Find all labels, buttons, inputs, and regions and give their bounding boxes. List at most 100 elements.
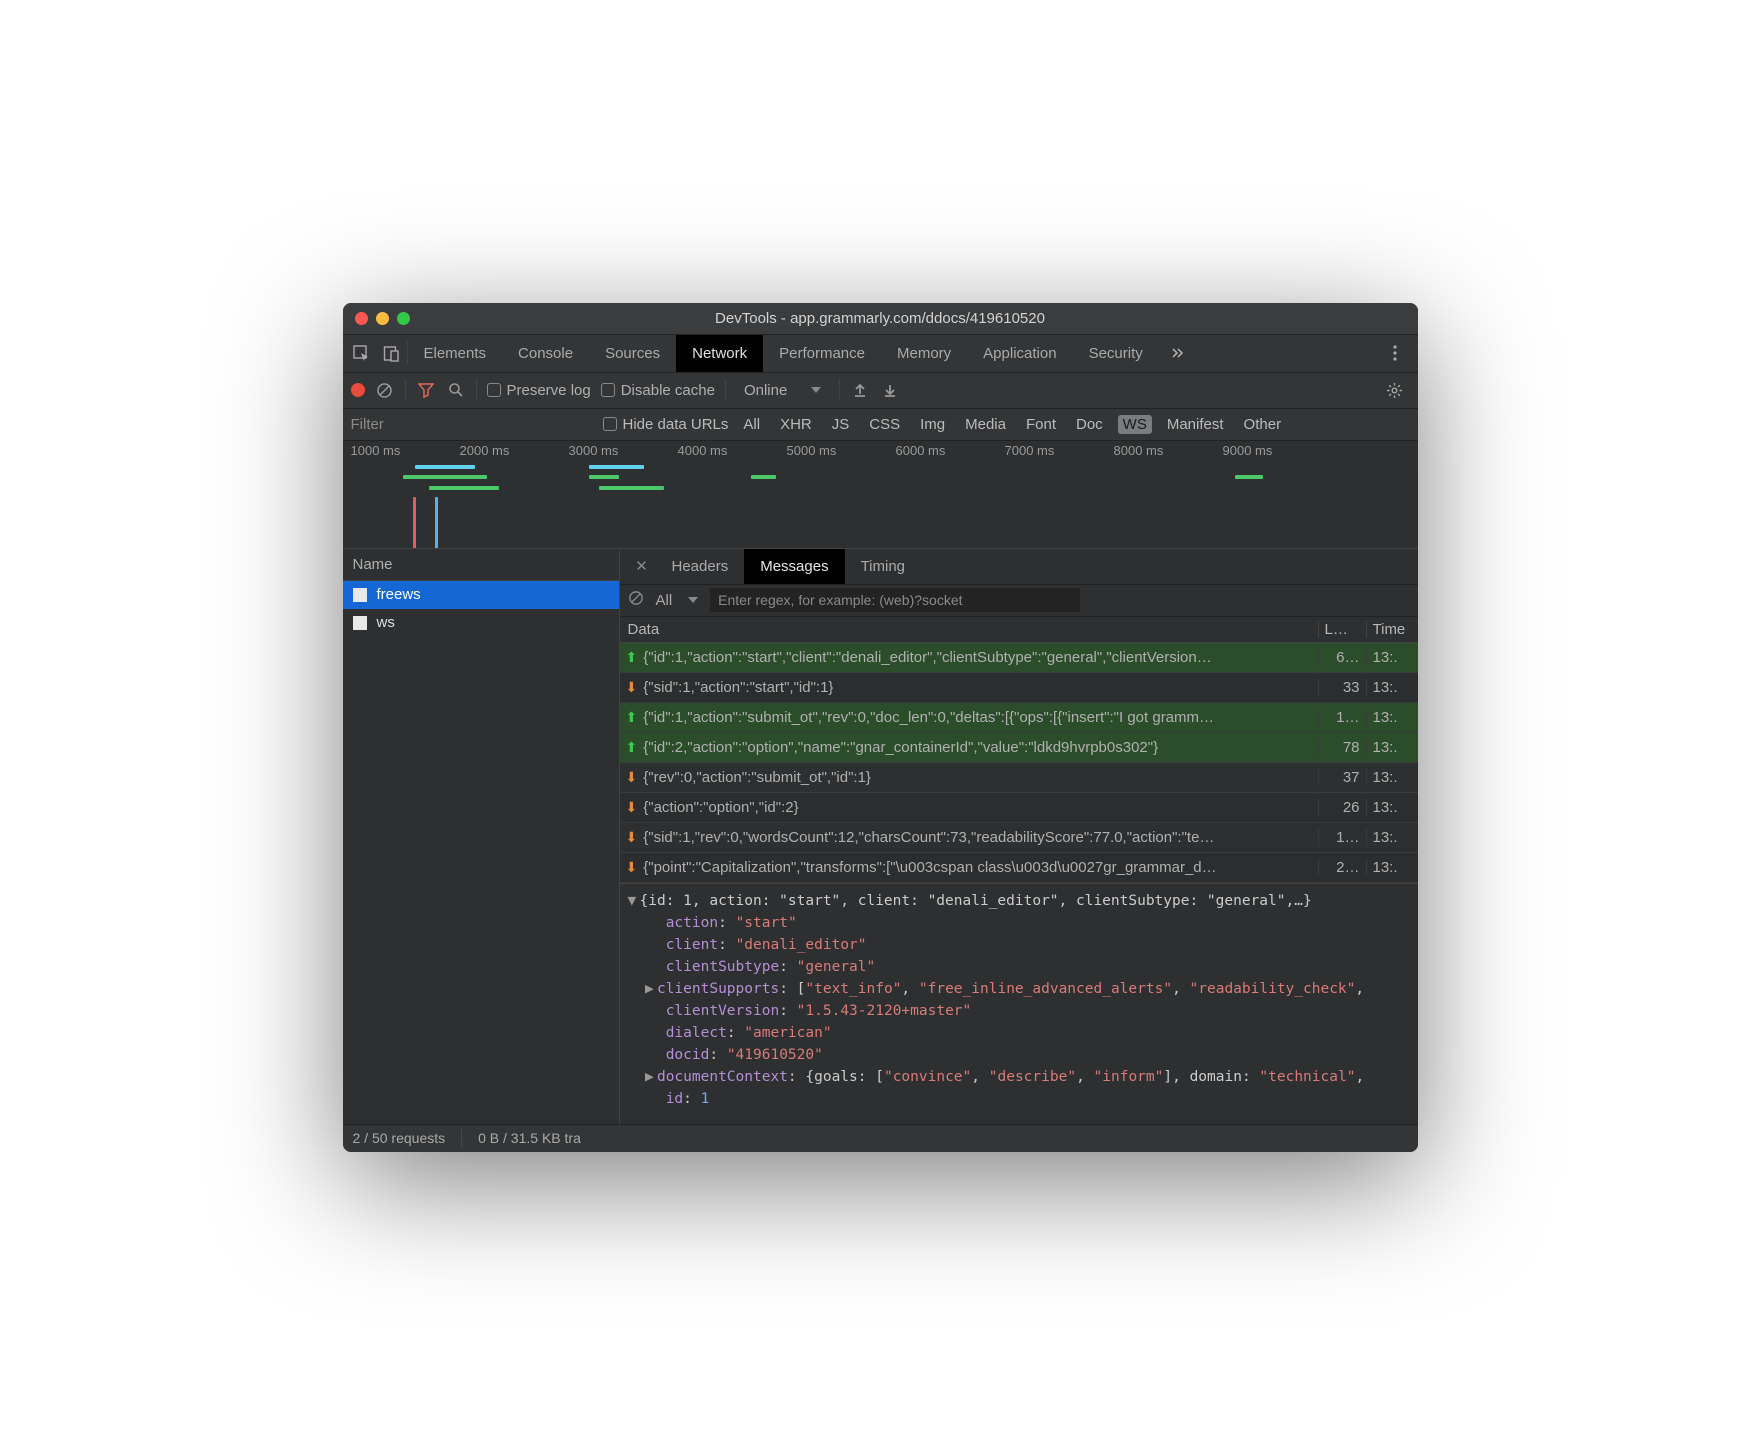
message-text: {"action":"option","id":2} <box>643 799 798 816</box>
col-data-header[interactable]: Data <box>620 621 1318 638</box>
record-icon[interactable] <box>351 383 365 397</box>
col-time-header[interactable]: Time <box>1366 621 1418 638</box>
arrow-down-icon: ⬇ <box>626 799 638 816</box>
timeline-tick: 8000 ms <box>1114 443 1164 458</box>
status-bar: 2 / 50 requests 0 B / 31.5 KB tra <box>343 1124 1418 1152</box>
filter-chip-media[interactable]: Media <box>960 415 1011 434</box>
filter-chip-xhr[interactable]: XHR <box>775 415 817 434</box>
message-text: {"rev":0,"action":"submit_ot","id":1} <box>643 769 871 786</box>
message-row[interactable]: ⬇ {"action":"option","id":2} 2613:. <box>620 793 1418 823</box>
hide-data-urls-toggle[interactable]: Hide data URLs <box>603 416 729 433</box>
timeline-tick: 9000 ms <box>1223 443 1273 458</box>
message-regex-input[interactable] <box>710 588 1080 612</box>
clear-icon[interactable] <box>628 590 644 610</box>
filter-chip-other[interactable]: Other <box>1239 415 1287 434</box>
timeline-tick: 7000 ms <box>1005 443 1055 458</box>
tab-sources[interactable]: Sources <box>589 334 676 372</box>
request-name: ws <box>377 614 395 631</box>
kebab-menu-icon[interactable] <box>1380 338 1410 368</box>
device-toggle-icon[interactable] <box>377 338 407 368</box>
chevron-double-right-icon[interactable] <box>1163 338 1193 368</box>
window-titlebar: DevTools - app.grammarly.com/ddocs/41961… <box>343 303 1418 335</box>
message-length: 1… <box>1318 829 1366 846</box>
preserve-log-label: Preserve log <box>507 382 591 399</box>
request-row[interactable]: freews <box>343 581 619 609</box>
filter-chip-font[interactable]: Font <box>1021 415 1061 434</box>
filter-bar: Hide data URLs All XHR JS CSS Img Media Font Do… <box>343 409 1418 441</box>
filter-chip-js[interactable]: JS <box>827 415 855 434</box>
filter-icon[interactable] <box>416 375 436 405</box>
request-list-pane: Name freews ws <box>343 549 620 1124</box>
message-row[interactable]: ⬆{"id":1,"action":"submit_ot","rev":0,"d… <box>620 703 1418 733</box>
message-length: 26 <box>1318 799 1366 816</box>
message-row[interactable]: ⬇{"rev":0,"action":"submit_ot","id":1}37… <box>620 763 1418 793</box>
inspect-icon[interactable] <box>347 338 377 368</box>
filter-chip-all[interactable]: All <box>738 415 765 434</box>
detail-tab-messages[interactable]: Messages <box>744 548 844 584</box>
message-row[interactable]: ⬆{"id":2,"action":"option","name":"gnar_… <box>620 733 1418 763</box>
request-name: freews <box>377 586 421 603</box>
status-transfer: 0 B / 31.5 KB tra <box>478 1130 581 1146</box>
status-requests: 2 / 50 requests <box>353 1130 446 1146</box>
timeline-tick: 3000 ms <box>569 443 619 458</box>
message-text: {"sid":1,"rev":0,"wordsCount":12,"charsC… <box>643 829 1214 846</box>
message-row[interactable]: ⬆{"id":1,"action":"start","client":"dena… <box>620 643 1418 673</box>
tab-security[interactable]: Security <box>1073 334 1159 372</box>
message-row[interactable]: ⬇ {"sid":1,"rev":0,"wordsCount":12,"chars… <box>620 823 1418 853</box>
clear-icon[interactable] <box>375 375 395 405</box>
maximize-icon[interactable] <box>397 312 410 325</box>
disable-cache-toggle[interactable]: Disable cache <box>601 382 715 399</box>
request-row[interactable]: ws <box>343 609 619 637</box>
filter-input[interactable] <box>343 409 593 439</box>
message-payload-viewer[interactable]: ▼{id: 1, action: "start", client: "denal… <box>620 883 1418 1124</box>
file-icon <box>353 616 367 630</box>
message-time: 13:. <box>1366 799 1418 816</box>
timeline-overview[interactable]: 1000 ms2000 ms3000 ms4000 ms5000 ms6000 … <box>343 441 1418 549</box>
timeline-tick: 1000 ms <box>351 443 401 458</box>
request-list-header[interactable]: Name <box>343 549 619 581</box>
download-icon[interactable] <box>880 375 900 405</box>
throttling-select[interactable]: Online <box>736 380 829 401</box>
message-time: 13:. <box>1366 709 1418 726</box>
search-icon[interactable] <box>446 375 466 405</box>
filter-chip-doc[interactable]: Doc <box>1071 415 1108 434</box>
message-text: {"id":1,"action":"submit_ot","rev":0,"do… <box>643 709 1214 726</box>
filter-chip-css[interactable]: CSS <box>864 415 905 434</box>
close-icon[interactable]: ✕ <box>628 557 656 575</box>
timeline-tick: 6000 ms <box>896 443 946 458</box>
tab-network[interactable]: Network <box>676 334 763 372</box>
filter-chip-img[interactable]: Img <box>915 415 950 434</box>
message-row[interactable]: ⬇{"point":"Capitalization","transforms":… <box>620 853 1418 883</box>
message-time: 13:. <box>1366 679 1418 696</box>
message-length: 33 <box>1318 679 1366 696</box>
message-table-header: Data L… Time <box>620 617 1418 643</box>
message-time: 13:. <box>1366 649 1418 666</box>
message-text: {"id":1,"action":"start","client":"denal… <box>643 649 1212 666</box>
message-time: 13:. <box>1366 829 1418 846</box>
filter-chip-ws[interactable]: WS <box>1118 415 1152 434</box>
tab-console[interactable]: Console <box>502 334 589 372</box>
upload-icon[interactable] <box>850 375 870 405</box>
message-direction-select[interactable]: All <box>656 592 699 609</box>
close-icon[interactable] <box>355 312 368 325</box>
message-row[interactable]: ⬇{"sid":1,"action":"start","id":1}3313:. <box>620 673 1418 703</box>
panel-tabs: ElementsConsoleSourcesNetworkPerformance… <box>343 335 1418 373</box>
message-length: 1… <box>1318 709 1366 726</box>
message-text: {"point":"Capitalization","transforms":[… <box>643 859 1216 876</box>
col-length-header[interactable]: L… <box>1318 621 1366 638</box>
tab-application[interactable]: Application <box>967 334 1072 372</box>
arrow-down-icon: ⬇ <box>626 829 638 846</box>
message-time: 13:. <box>1366 769 1418 786</box>
gear-icon[interactable] <box>1380 375 1410 405</box>
detail-tab-timing[interactable]: Timing <box>845 548 921 584</box>
tab-elements[interactable]: Elements <box>408 334 503 372</box>
filter-chip-manifest[interactable]: Manifest <box>1162 415 1229 434</box>
message-time: 13:. <box>1366 739 1418 756</box>
minimize-icon[interactable] <box>376 312 389 325</box>
tab-memory[interactable]: Memory <box>881 334 967 372</box>
preserve-log-toggle[interactable]: Preserve log <box>487 382 591 399</box>
arrow-down-icon: ⬇ <box>626 769 638 786</box>
detail-tab-headers[interactable]: Headers <box>656 548 745 584</box>
file-icon <box>353 588 367 602</box>
tab-performance[interactable]: Performance <box>763 334 881 372</box>
